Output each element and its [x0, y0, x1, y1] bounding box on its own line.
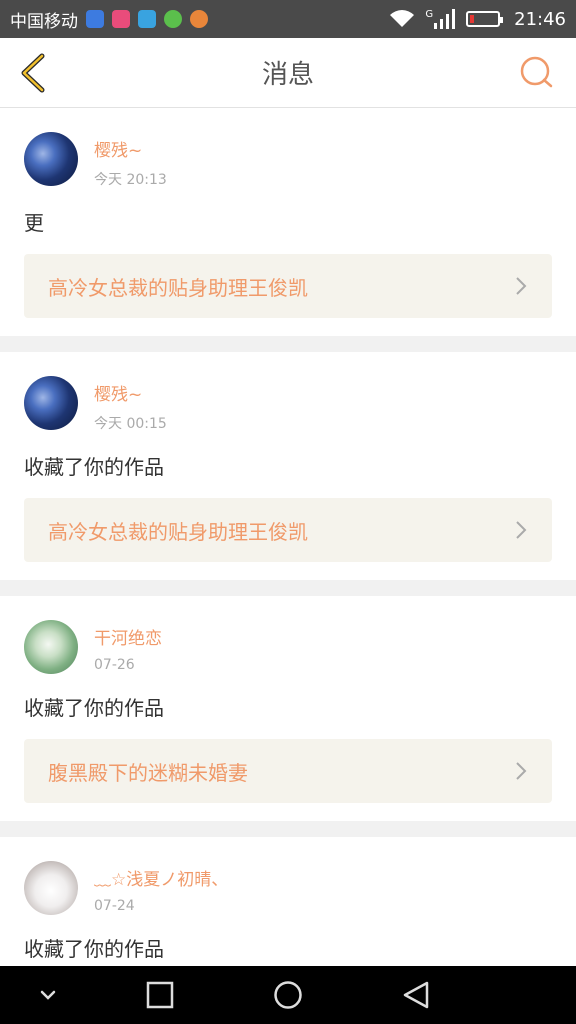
timestamp: 今天 20:13 [94, 172, 167, 188]
search-button[interactable] [518, 54, 556, 92]
signal-icon [434, 9, 456, 29]
game-app-icon [190, 10, 208, 28]
avatar[interactable] [24, 376, 78, 430]
avatar[interactable] [24, 132, 78, 186]
username[interactable]: ﹏☆浅夏ノ初晴、 [94, 865, 228, 890]
message-list[interactable]: 樱残~ 今天 20:13 更 高冷女总裁的贴身助理王俊凯 樱残~ 今天 00:1… [0, 108, 576, 966]
timestamp: 07-26 [94, 657, 135, 673]
back-nav-button[interactable] [401, 980, 431, 1010]
work-title: 高冷女总裁的贴身助理王俊凯 [48, 275, 308, 300]
username[interactable]: 樱残~ [94, 136, 167, 161]
work-link[interactable]: 腹黑殿下的迷糊未婚妻 [24, 739, 552, 803]
wechat-icon [164, 10, 182, 28]
shield-app-icon [86, 10, 104, 28]
work-link[interactable]: 高冷女总裁的贴身助理王俊凯 [24, 498, 552, 562]
navigation-bar [0, 966, 576, 1024]
chevron-right-icon [516, 277, 527, 295]
message-text: 收藏了你的作品 [24, 696, 164, 720]
video-app-icon [138, 10, 156, 28]
battery-icon [466, 11, 504, 27]
clock: 21:46 [514, 8, 566, 30]
work-title: 高冷女总裁的贴身助理王俊凯 [48, 519, 308, 544]
message-card: 樱残~ 今天 00:15 收藏了你的作品 高冷女总裁的贴身助理王俊凯 [0, 352, 576, 580]
work-link[interactable]: 高冷女总裁的贴身助理王俊凯 [24, 254, 552, 318]
page-title: 消息 [261, 60, 314, 90]
message-text: 收藏了你的作品 [24, 937, 164, 961]
back-button[interactable] [14, 52, 54, 94]
carrier-label: 中国移动 [10, 11, 78, 32]
chevron-right-icon [516, 762, 527, 780]
message-text: 更 [24, 211, 44, 235]
chevron-down-icon[interactable] [36, 980, 60, 1010]
chevron-right-icon [516, 521, 527, 539]
work-title: 腹黑殿下的迷糊未婚妻 [48, 760, 248, 785]
username[interactable]: 干河绝恋 [94, 624, 162, 649]
wifi-icon [390, 10, 415, 27]
timestamp: 07-24 [94, 898, 135, 914]
message-text: 收藏了你的作品 [24, 455, 164, 479]
avatar[interactable] [24, 620, 78, 674]
status-bar: 中国移动 G 21:46 [0, 0, 576, 38]
home-button[interactable] [273, 980, 303, 1010]
header: 消息 [0, 38, 576, 108]
message-card: 干河绝恋 07-26 收藏了你的作品 腹黑殿下的迷糊未婚妻 [0, 596, 576, 821]
avatar[interactable] [24, 861, 78, 915]
message-card: ﹏☆浅夏ノ初晴、 07-24 收藏了你的作品 [0, 837, 576, 966]
network-type-label: G [425, 9, 434, 20]
timestamp: 今天 00:15 [94, 416, 167, 432]
phone-app-icon [112, 10, 130, 28]
recent-apps-button[interactable] [145, 980, 175, 1010]
message-card: 樱残~ 今天 20:13 更 高冷女总裁的贴身助理王俊凯 [0, 108, 576, 336]
username[interactable]: 樱残~ [94, 380, 167, 405]
